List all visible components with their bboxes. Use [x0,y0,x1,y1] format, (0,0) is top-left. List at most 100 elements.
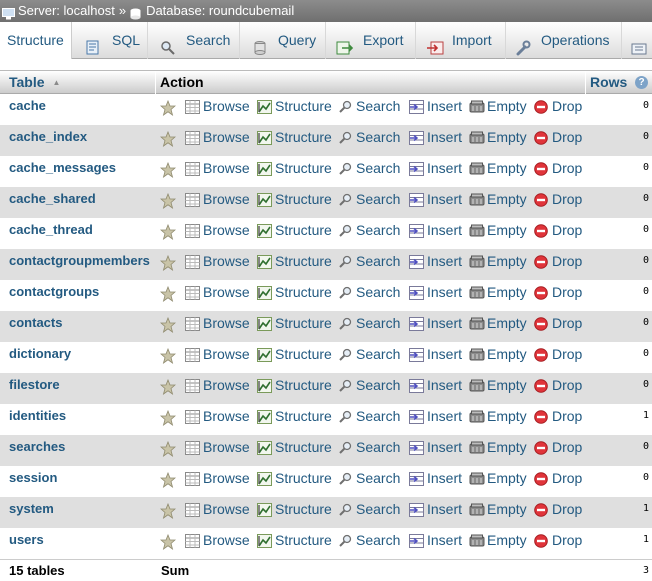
insert-icon [409,410,424,428]
insert-label: Insert [427,253,463,269]
favorite-star-icon[interactable] [159,161,177,178]
favorite-star-icon[interactable] [159,533,177,550]
table-footer: 15 tables Sum 3 [0,559,652,581]
insert-icon [409,224,424,242]
favorite-star-icon[interactable] [159,471,177,488]
drop-icon [534,379,548,397]
insert-label: Insert [427,501,463,517]
structure-label: Structure [275,98,332,114]
insert-label: Insert [427,346,463,362]
browse-label: Browse [203,98,250,114]
empty-icon [469,348,485,366]
insert-icon [409,379,424,397]
drop-label: Drop [552,284,583,300]
table-row: identities Browse Structure Search Insert Emp… [0,404,652,435]
table-row: contacts Browse Structure Search Insert Empty… [0,311,652,342]
browse-label: Browse [203,377,250,393]
table-row: session Browse Structure Search Insert Empty D… [0,466,652,497]
empty-label: Empty [487,129,527,145]
browse-label: Browse [203,532,250,548]
insert-label: Insert [427,532,463,548]
drop-label: Drop [552,346,583,362]
tab-export[interactable]: Export [326,22,416,59]
tab-query-label: Query [278,32,317,48]
search-label: Search [356,98,401,114]
column-header-action: Action [156,71,586,94]
browse-icon [185,224,200,242]
tab-import-label: Import [452,32,492,48]
table-row: system Browse Structure Search Insert Empty Dr… [0,497,652,528]
table-name-link[interactable]: system [9,501,54,516]
table-name-link[interactable]: contactgroupmembers [9,253,150,268]
column-header-table[interactable]: Table ▲ [0,71,156,94]
structure-icon [257,317,272,335]
table-row: dictionary Browse Structure Search Insert Emp… [0,342,652,373]
table-row: contactgroups Browse Structure Search Insert… [0,280,652,311]
favorite-star-icon[interactable] [159,347,177,364]
search-icon [338,193,353,211]
tab-more[interactable] [622,22,652,59]
table-name-link[interactable]: cache_shared [9,191,96,206]
table-name-link[interactable]: cache_index [9,129,87,144]
row-count: 1 [642,410,649,421]
favorite-star-icon[interactable] [159,378,177,395]
empty-icon [469,224,485,242]
drop-icon [534,441,548,459]
breadcrumb-database-link[interactable]: Database: roundcubemail [146,0,294,22]
favorite-star-icon[interactable] [159,409,177,426]
table-name-link[interactable]: filestore [9,377,60,392]
browse-icon [185,100,200,118]
table-name-link[interactable]: session [9,470,57,485]
insert-icon [409,286,424,304]
favorite-star-icon[interactable] [159,440,177,457]
empty-label: Empty [487,346,527,362]
search-icon [338,348,353,366]
search-icon [338,534,353,552]
search-label: Search [356,408,401,424]
favorite-star-icon[interactable] [159,254,177,271]
tab-structure-label: Structure [7,32,64,48]
table-name-link[interactable]: cache_thread [9,222,93,237]
column-header-rows-label: Rows [590,74,628,90]
row-count: 0 [642,193,649,204]
table-name-link[interactable]: users [9,532,44,547]
favorite-star-icon[interactable] [159,316,177,333]
table-row: searches Browse Structure Search Insert Empty… [0,435,652,466]
favorite-star-icon[interactable] [159,223,177,240]
tab-operations[interactable]: Operations [506,22,622,59]
favorite-star-icon[interactable] [159,192,177,209]
structure-label: Structure [275,501,332,517]
table-name-link[interactable]: cache_messages [9,160,116,175]
table-name-link[interactable]: contactgroups [9,284,99,299]
browse-icon [185,534,200,552]
favorite-star-icon[interactable] [159,130,177,147]
table-name-link[interactable]: cache [9,98,46,113]
empty-icon [469,286,485,304]
table-row: users Browse Structure Search Insert Empty Dro… [0,528,652,559]
insert-icon [409,534,424,552]
search-icon [338,503,353,521]
tab-structure[interactable]: Structure [0,22,72,59]
empty-icon [469,193,485,211]
table-name-link[interactable]: searches [9,439,65,454]
breadcrumb-server-link[interactable]: Server: localhost [18,0,115,22]
table-name-link[interactable]: identities [9,408,66,423]
tab-search[interactable]: Search [148,22,240,59]
structure-icon [257,441,272,459]
structure-label: Structure [275,253,332,269]
empty-icon [469,317,485,335]
favorite-star-icon[interactable] [159,502,177,519]
table-name-link[interactable]: dictionary [9,346,71,361]
tab-sql[interactable]: SQL [72,22,148,59]
browse-label: Browse [203,222,250,238]
table-name-link[interactable]: contacts [9,315,62,330]
table-row: filestore Browse Structure Search Insert Empt… [0,373,652,404]
insert-icon [409,348,424,366]
column-header-rows[interactable]: Rows ? [586,71,652,94]
help-icon[interactable]: ? [635,76,648,89]
tab-import[interactable]: Import [416,22,506,59]
favorite-star-icon[interactable] [159,99,177,116]
insert-icon [409,162,424,180]
tab-query[interactable]: Query [240,22,326,59]
favorite-star-icon[interactable] [159,285,177,302]
